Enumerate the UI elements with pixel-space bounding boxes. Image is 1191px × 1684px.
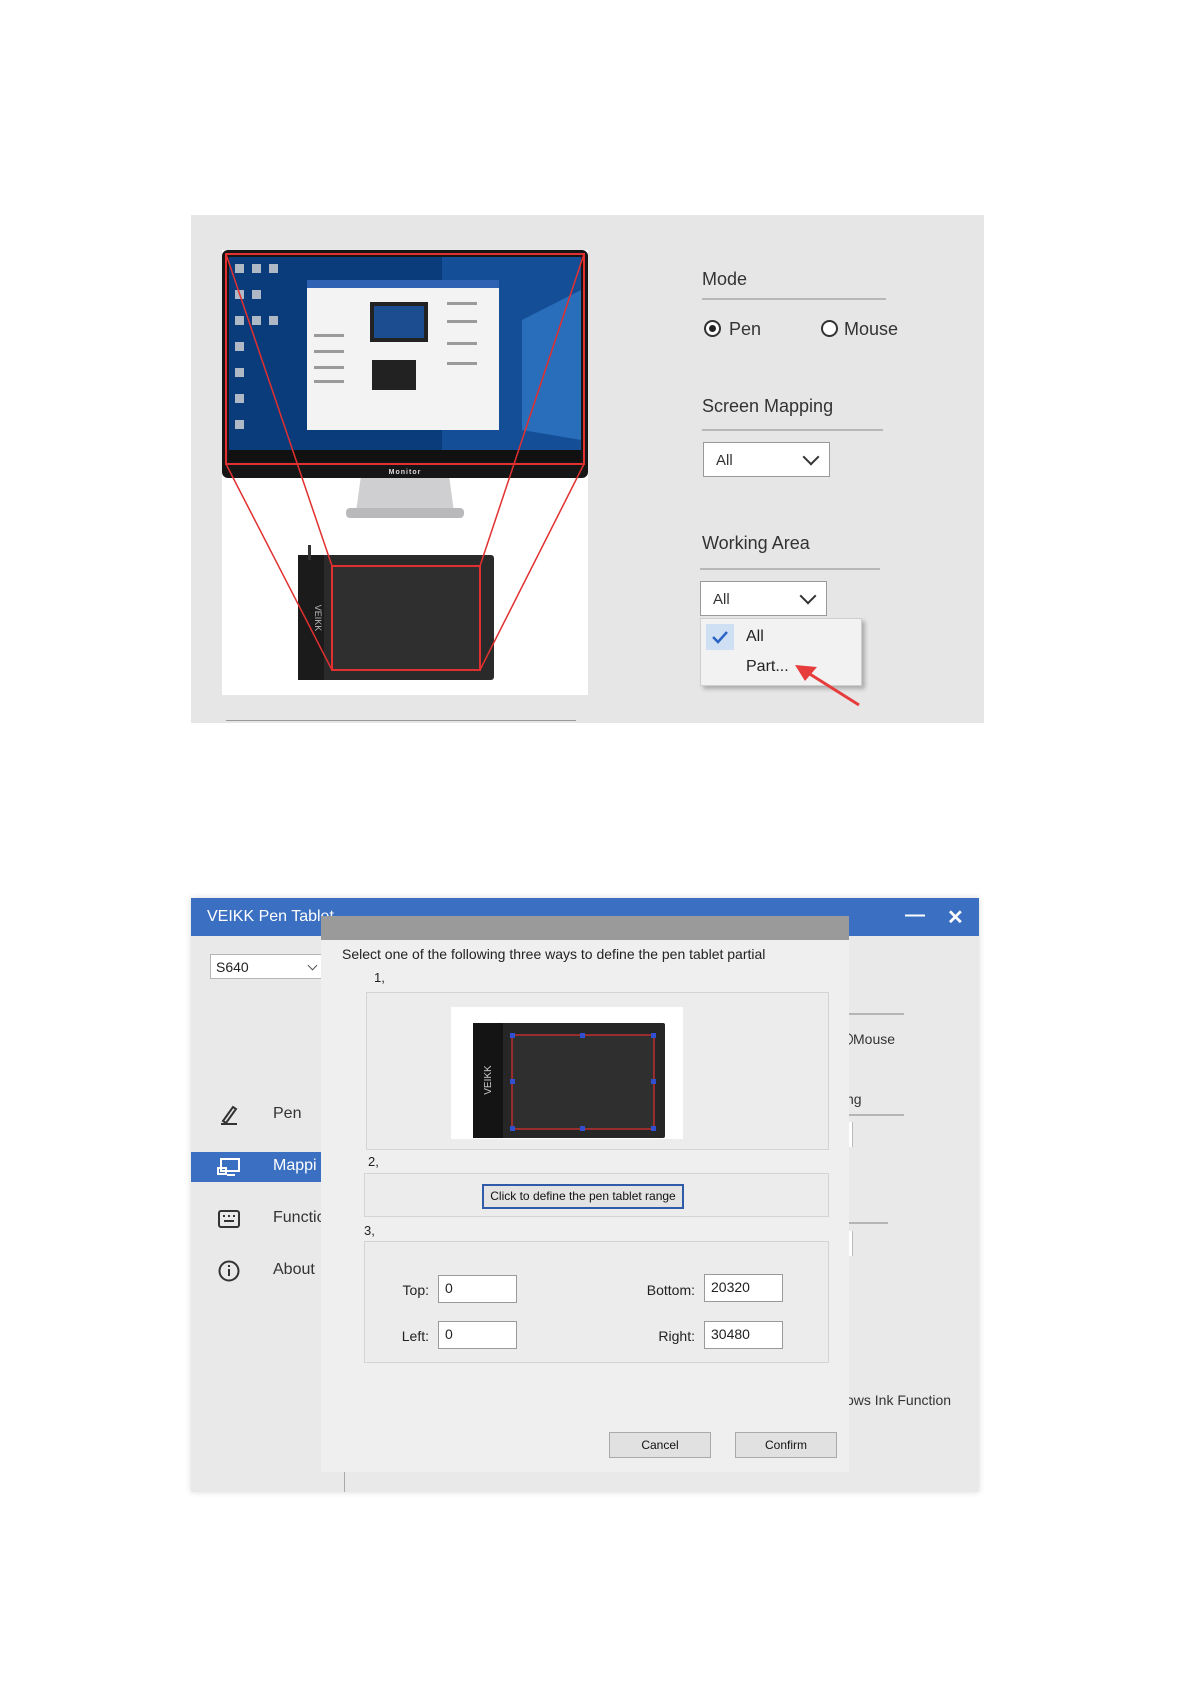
confirm-button[interactable]: Confirm (735, 1432, 837, 1458)
divider (344, 1472, 345, 1492)
windows-ink-label-fragment: ows Ink Function (846, 1392, 952, 1408)
sidebar-item-label: Functic (273, 1209, 325, 1226)
screen-mapping-title: Screen Mapping (702, 396, 834, 416)
step2-group: Click to define the pen tablet range (364, 1173, 829, 1217)
dialog-instruction: Select one of the following three ways t… (342, 946, 766, 962)
check-icon (706, 624, 734, 650)
close-icon[interactable]: ✕ (947, 905, 964, 930)
mapping-illustration: Monitor VEIKK (222, 250, 588, 695)
step3-group: Top: 0 Bottom: 20320 Left: 0 Right: 3048… (364, 1241, 829, 1363)
device-select-value: S640 (216, 959, 249, 975)
divider (846, 1114, 904, 1116)
info-icon (218, 1260, 240, 1282)
mode-pen-label: Pen (729, 319, 762, 339)
divider (846, 1222, 888, 1224)
working-area-divider (700, 568, 880, 570)
partial-area-dialog: Select one of the following three ways t… (321, 916, 849, 1472)
tablet-pen-clip (308, 545, 311, 560)
menu-item-all-label: All (746, 628, 764, 645)
pointer-arrow-icon (795, 665, 860, 707)
working-area-title: Working Area (702, 533, 810, 553)
mode-title: Mode (702, 269, 748, 289)
mode-pen-radio[interactable]: Pen (704, 319, 814, 343)
window-title: VEIKK Pen Tablet (207, 908, 334, 925)
working-area-select[interactable]: All (700, 581, 827, 616)
tablet-brand: VEIKK (313, 605, 323, 632)
bottom-field[interactable]: 20320 (704, 1274, 783, 1302)
right-label: Right: (658, 1328, 695, 1344)
top-label: Top: (402, 1282, 429, 1298)
cancel-button[interactable]: Cancel (609, 1432, 711, 1458)
mapping-settings-screenshot: Monitor VEIKK Mode Pen Mouse Screen Mapp… (191, 215, 984, 723)
mode-mouse-label: Mouse (853, 1031, 896, 1047)
radio-checked-icon (704, 320, 721, 337)
left-field[interactable]: 0 (438, 1321, 517, 1349)
screen-mapping-divider (702, 429, 883, 431)
right-field[interactable]: 30480 (704, 1321, 783, 1349)
chevron-down-icon (307, 960, 318, 971)
chevron-down-icon (802, 448, 820, 466)
sidebar-item-pen[interactable]: Pen (191, 1100, 331, 1130)
device-select[interactable]: S640 (210, 954, 322, 979)
dialog-header (321, 916, 849, 940)
menu-item-part-label: Part... (746, 658, 789, 675)
mapping-icon (217, 1158, 240, 1176)
monitor-label: Monitor (389, 469, 422, 476)
pen-icon (221, 1105, 238, 1125)
sidebar-item-label: About (273, 1261, 315, 1278)
bottom-label: Bottom: (646, 1282, 695, 1298)
step1-label: 1, (374, 970, 385, 985)
menu-item-all[interactable]: All (704, 622, 858, 651)
chevron-down-icon (799, 587, 817, 605)
sidebar-item-label: Mappi (273, 1157, 317, 1174)
screen-mapping-select[interactable]: All (703, 442, 830, 477)
step1-group: VEIKK (366, 992, 829, 1150)
monitor-tablet-illustration: Monitor VEIKK (222, 250, 588, 680)
divider (846, 1013, 904, 1015)
mode-mouse-radio[interactable]: Mouse (841, 1030, 961, 1050)
step2-label: 2, (368, 1154, 379, 1169)
left-label: Left: (401, 1328, 429, 1344)
minimize-icon[interactable]: — (905, 904, 925, 927)
tablet-range-outline (511, 1034, 655, 1130)
working-area-value: All (713, 591, 730, 608)
sidebar-item-label: Pen (273, 1105, 302, 1122)
screen-mapping-value: All (716, 452, 733, 469)
top-field[interactable]: 0 (438, 1275, 517, 1303)
divider (226, 720, 576, 721)
tablet-active-area-highlight (331, 565, 481, 671)
sidebar-item-mapping[interactable]: Mappi (191, 1152, 331, 1182)
define-range-button[interactable]: Click to define the pen tablet range (482, 1184, 684, 1209)
step3-label: 3, (364, 1223, 375, 1238)
tablet-brand: VEIKK (483, 1065, 494, 1095)
radio-unchecked-icon (821, 320, 838, 337)
pen-tablet-app-screenshot: VEIKK Pen Tablet — ✕ S640 Pen Mappi Func… (191, 898, 979, 1492)
tablet-area-preview[interactable]: VEIKK (451, 1007, 683, 1139)
sidebar-item-function[interactable]: Functic (191, 1204, 331, 1234)
keyboard-icon (218, 1210, 240, 1228)
mode-mouse-label: Mouse (844, 319, 899, 339)
mode-divider (702, 298, 886, 300)
monitor-base (346, 508, 464, 518)
mode-mouse-radio[interactable]: Mouse (821, 319, 931, 343)
sidebar-item-about[interactable]: About (191, 1256, 331, 1286)
